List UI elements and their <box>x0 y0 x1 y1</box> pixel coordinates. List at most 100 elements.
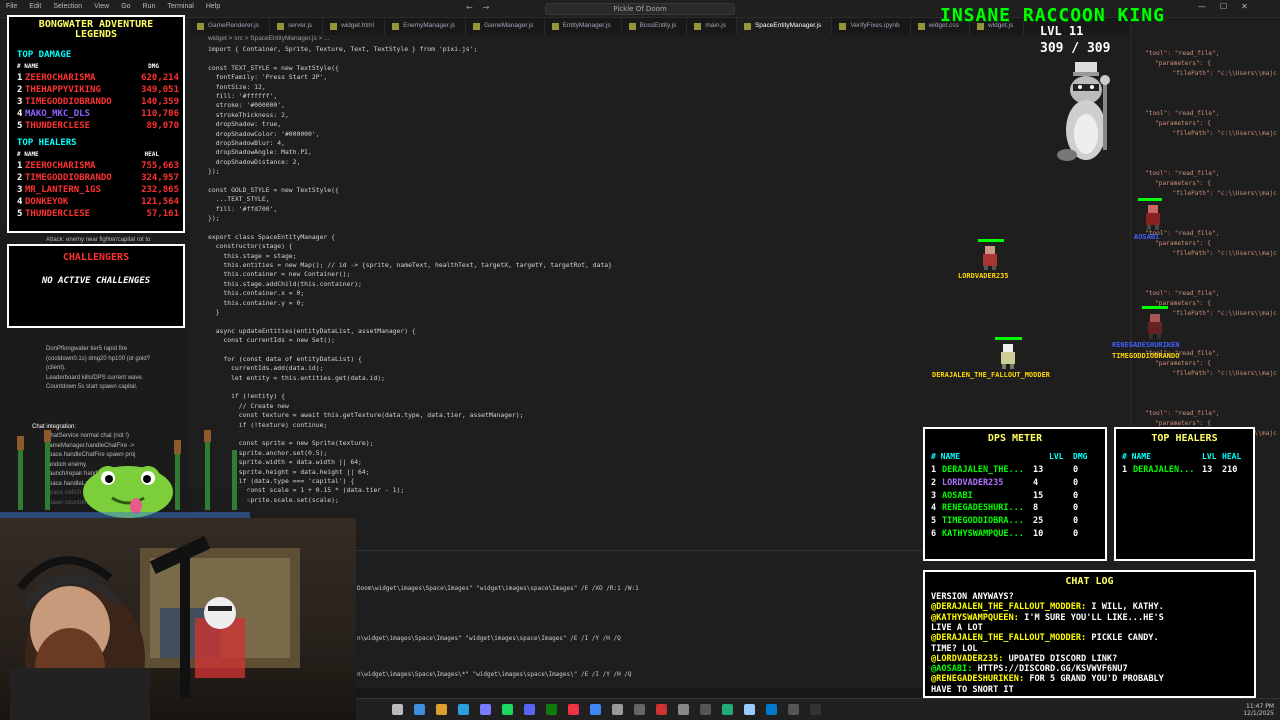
tab-main-js[interactable]: main.js <box>687 18 737 35</box>
menu-help[interactable]: Help <box>206 3 220 10</box>
dps-row: 3 AOSABI 15 0 <box>931 490 1101 502</box>
minimize-button[interactable]: — <box>1198 2 1220 11</box>
frog-mascot-image <box>0 430 250 520</box>
tab-widget-html[interactable]: widget.html <box>323 18 386 35</box>
maximize-button[interactable]: ☐ <box>1220 2 1241 11</box>
json-line: "tool": "read_file", <box>1145 410 1220 417</box>
code-line: dropShadow: true, <box>208 120 282 129</box>
terminal-line: n\widget\images\Space\Images" "widget\im… <box>357 635 621 642</box>
boss-name: INSANE RACCOON KING <box>940 5 1165 26</box>
menu-file[interactable]: File <box>6 3 17 10</box>
app-icon[interactable] <box>788 704 799 715</box>
code-line: fill: '#ffd700', <box>208 204 278 213</box>
vscode-icon[interactable] <box>766 704 777 715</box>
rank: 5 <box>931 516 937 527</box>
system-clock[interactable]: 11:47 PM 12/1/2025 <box>1243 703 1274 717</box>
json-line: "filePath": "c:\\Users\\majc <box>1165 70 1277 77</box>
chat-username: @DERAJALEN_THE_FALLOUT_MODDER: <box>931 633 1087 644</box>
json-line: "filePath": "c:\\Users\\majc <box>1165 190 1277 197</box>
app-icon[interactable] <box>612 704 623 715</box>
code-line: this.container.y = 0; <box>208 298 305 307</box>
menu-go[interactable]: Go <box>121 3 130 10</box>
menu-run[interactable]: Run <box>143 3 156 10</box>
tab-entitymanager-js[interactable]: EntityManager.js <box>545 18 622 35</box>
app-icon[interactable] <box>656 704 667 715</box>
rank: 4 <box>17 109 23 119</box>
breadcrumb[interactable]: widget > src > SpaceEntityManager.js > .… <box>190 35 330 45</box>
chat-message: @AOSABI: HTTPS://DISCORD.GG/KSVWVF6NU7 <box>931 664 1128 674</box>
chrome-icon[interactable] <box>590 704 601 715</box>
challengers-panel: CHALLENGERS NO ACTIVE CHALLENGES <box>7 244 185 328</box>
col-name: # NAME <box>17 151 39 158</box>
col-name: # NAME <box>1122 452 1151 461</box>
rank: 5 <box>17 121 23 131</box>
terminal-panel[interactable]: Doom\widget\images\Space\Images" "widget… <box>355 550 925 688</box>
rank: 3 <box>17 97 23 107</box>
dmg-value: 0 <box>1073 490 1079 501</box>
app-icon[interactable] <box>700 704 711 715</box>
tab-server-js[interactable]: server.js <box>270 18 324 35</box>
code-line: if (!entity) { <box>208 392 285 401</box>
healers-header: # NAME HEAL <box>17 151 177 158</box>
player-name: LORDVADER235 <box>942 477 1004 488</box>
tab-gamerenderer-js[interactable]: GameRenderer.js <box>190 18 270 35</box>
folder-icon[interactable] <box>436 704 447 715</box>
col-dmg: DMG <box>148 63 159 70</box>
damage-header: # NAME DMG <box>17 63 177 70</box>
player-sprite <box>983 246 997 270</box>
leaderboard-row: 4 MAKO_MKC_DLS 110,706 <box>17 108 179 120</box>
dmg-value: 0 <box>1073 503 1079 514</box>
xbox-icon[interactable] <box>546 704 557 715</box>
app-icon[interactable] <box>634 704 645 715</box>
terminal-icon[interactable] <box>810 704 821 715</box>
dps-meter-title: DPS METER <box>987 433 1043 444</box>
json-line: "filePath": "c:\\Users\\majc <box>1165 250 1277 257</box>
start-icon[interactable] <box>392 704 403 715</box>
command-search[interactable]: Pickle Of Doom <box>545 3 735 15</box>
player-name: KATHYSWAMPQUE... <box>942 529 1024 539</box>
json-line: "filePath": "c:\\Users\\majc <box>1165 370 1277 377</box>
discord-icon[interactable] <box>524 704 535 715</box>
app-icon[interactable] <box>722 704 733 715</box>
player-hp-bar <box>1138 198 1162 201</box>
level: 15 <box>1033 490 1044 501</box>
app-icon[interactable] <box>678 704 689 715</box>
menu-edit[interactable]: Edit <box>29 3 41 10</box>
tab-verifyfixes-ipynb[interactable]: VerifyFixes.ipynb <box>832 18 911 35</box>
tab-gamemanager-js[interactable]: GameManager.js <box>466 18 545 35</box>
tab-enemymanager-js[interactable]: EnemyManager.js <box>385 18 467 35</box>
spotify-icon[interactable] <box>502 704 513 715</box>
player-name: AOSABI <box>942 490 973 501</box>
player-name: TIMEGODDIOBRANDO <box>1112 352 1180 360</box>
leaderboard-title: BONGWATER ADVENTURE LEGENDS <box>9 20 183 40</box>
score-value: 349,051 <box>141 85 179 95</box>
col-heal: HEAL <box>144 151 159 158</box>
rank: 3 <box>17 185 23 195</box>
app-icon[interactable] <box>744 704 755 715</box>
chat-username: @KATHYSWAMPQUEEN: <box>931 612 1019 623</box>
code-line: } <box>208 307 220 316</box>
menu-terminal[interactable]: Terminal <box>167 3 193 10</box>
leaderboard-row: 3 MR_LANTERN_1GS 232,865 <box>17 184 179 196</box>
edge-icon[interactable] <box>458 704 469 715</box>
app-icon[interactable] <box>568 704 579 715</box>
nav-arrows[interactable]: ←→ <box>466 3 499 12</box>
score-value: 620,214 <box>141 73 179 83</box>
app-icon[interactable] <box>480 704 491 715</box>
leaderboard-row: 4 DONKEYOK 121,564 <box>17 196 179 208</box>
code-line: for (const data of entityDataList) { <box>208 354 362 363</box>
dmg-value: 0 <box>1073 529 1079 539</box>
menu-view[interactable]: View <box>94 3 109 10</box>
menu-selection[interactable]: Selection <box>53 3 82 10</box>
close-button[interactable]: ✕ <box>1241 2 1262 11</box>
tab-spaceentitymanager-js[interactable]: SpaceEntityManager.js <box>736 18 833 35</box>
window-controls[interactable]: —☐✕ <box>1198 2 1262 11</box>
challengers-empty-text: NO ACTIVE CHALLENGES <box>41 276 151 286</box>
browser-icon[interactable] <box>414 704 425 715</box>
score-value: 110,706 <box>141 109 179 119</box>
tab-bossentity-js[interactable]: BossEntity.js <box>622 18 688 35</box>
menu-bar: File Edit Selection View Go Run Terminal… <box>6 3 220 10</box>
code-line: const GOLD_STYLE = new TextStyle({ <box>208 185 339 194</box>
copilot-text: (client). <box>46 365 66 371</box>
